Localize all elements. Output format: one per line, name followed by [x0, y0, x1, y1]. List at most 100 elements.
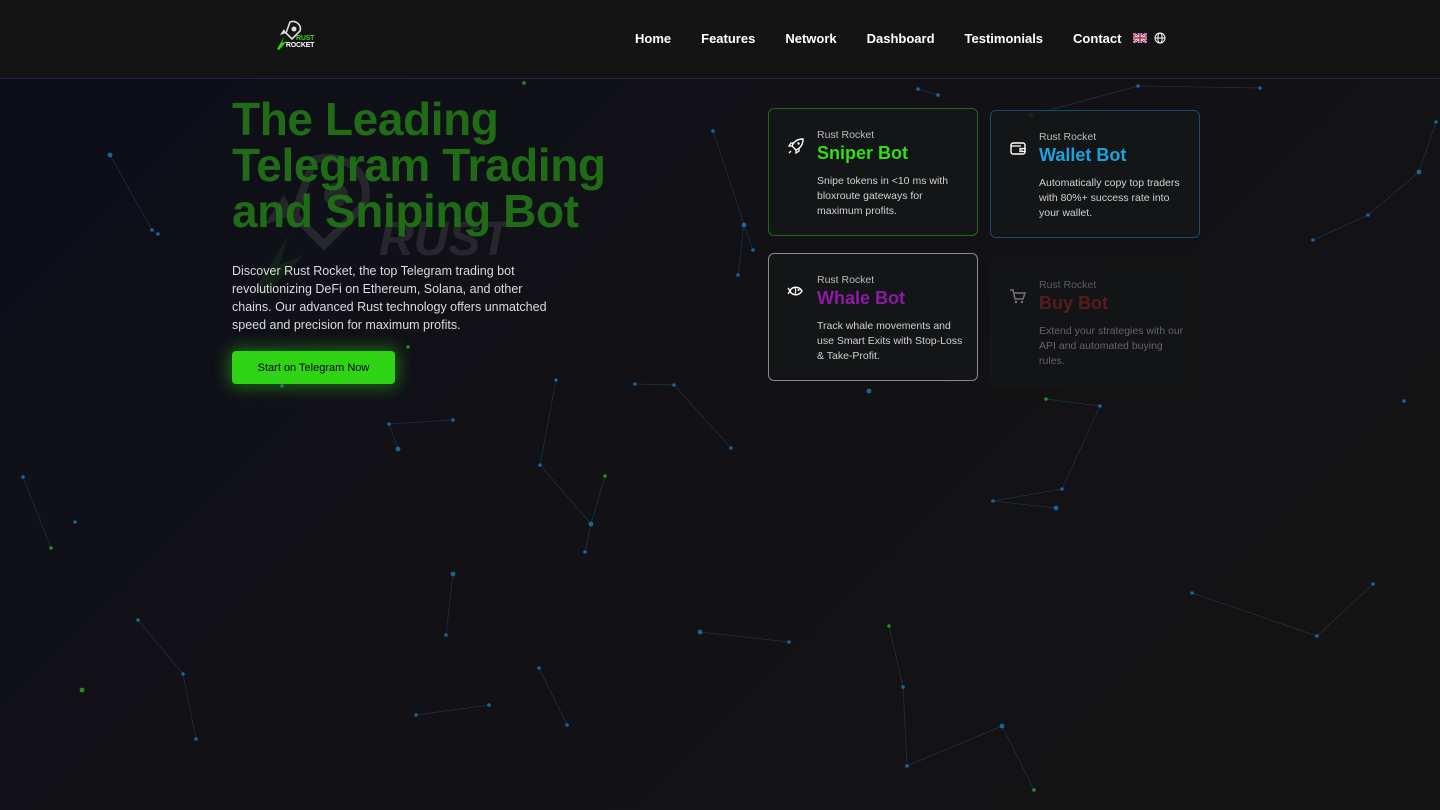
network-link [538, 667, 568, 726]
card-title: Buy Bot [1039, 293, 1108, 313]
network-link [415, 704, 490, 716]
network-link [1045, 398, 1101, 407]
nav-link-features[interactable]: Features [701, 31, 755, 46]
network-node [736, 273, 740, 277]
network-node [406, 345, 410, 349]
logo-wordmark: RUST ROCKET [281, 35, 315, 49]
nav-link-testimonials[interactable]: Testimonials [965, 31, 1044, 46]
network-link [699, 631, 790, 643]
network-node [73, 520, 77, 524]
network-node [1402, 399, 1406, 403]
network-link [712, 130, 745, 226]
network-node [1136, 84, 1140, 88]
network-link [902, 686, 908, 767]
network-link [992, 500, 1057, 509]
network-node [1032, 788, 1036, 792]
sniper-bot-card[interactable]: Rust Rocket Sniper Bot Snipe tokens in <… [768, 108, 978, 236]
nav-link-dashboard[interactable]: Dashboard [867, 31, 935, 46]
rocket-icon [787, 138, 804, 155]
network-node [999, 723, 1005, 729]
nav-link-home[interactable]: Home [635, 31, 671, 46]
network-link [590, 475, 606, 525]
network-node [450, 571, 456, 577]
language-selector[interactable] [1133, 32, 1166, 44]
network-node [603, 474, 607, 478]
logo-line-rocket: ROCKET [285, 42, 315, 49]
card-description: Extend your strategies with our API and … [1039, 325, 1184, 367]
start-telegram-button[interactable]: Start on Telegram Now [232, 351, 395, 384]
wallet-icon [1010, 142, 1026, 155]
card-brand: Rust Rocket [1039, 279, 1097, 291]
network-node [1258, 86, 1262, 90]
network-link [1418, 121, 1437, 173]
network-node [79, 687, 85, 693]
network-node [444, 633, 448, 637]
logo-line-rust: RUST [296, 35, 315, 42]
network-node [1315, 634, 1319, 638]
network-node [554, 378, 558, 382]
network-node [901, 685, 905, 689]
network-node [1366, 213, 1370, 217]
network-node [387, 422, 391, 426]
network-node [741, 222, 747, 228]
network-link [1316, 583, 1374, 637]
network-link [737, 224, 745, 276]
network-node [905, 764, 909, 768]
hero-description: Discover Rust Rocket, the top Telegram t… [232, 264, 547, 332]
buy-bot-card[interactable]: Rust Rocket Buy Bot Extend your strategi… [990, 258, 1200, 386]
network-node [1053, 505, 1059, 511]
network-link [1191, 592, 1318, 637]
network-node [522, 81, 526, 85]
hero-title: The Leading Telegram Trading and Sniping… [232, 93, 606, 237]
network-node [1098, 404, 1102, 408]
network-node [729, 446, 733, 450]
network-link [1367, 171, 1420, 216]
network-node [1434, 120, 1438, 124]
whale-bot-card[interactable]: Rust Rocket Whale Bot Track whale moveme… [768, 253, 978, 381]
nav-link-network[interactable]: Network [785, 31, 836, 46]
card-title: Wallet Bot [1039, 145, 1127, 165]
network-node [1371, 582, 1375, 586]
network-link [22, 476, 52, 549]
network-node [487, 703, 491, 707]
network-node [1060, 487, 1064, 491]
network-node [936, 93, 940, 97]
card-description: Snipe tokens in <10 ms with bloxroute ga… [817, 175, 949, 217]
network-link [1312, 214, 1369, 241]
network-node [751, 248, 755, 252]
card-title: Sniper Bot [817, 143, 909, 163]
network-link [137, 619, 184, 675]
network-node [1311, 238, 1315, 242]
network-node [194, 737, 198, 741]
network-node [21, 475, 25, 479]
network-node [1044, 397, 1048, 401]
network-link [992, 488, 1063, 502]
uk-flag-icon [1133, 33, 1147, 43]
network-node [1416, 169, 1422, 175]
network-node [697, 629, 703, 635]
network-link [109, 154, 153, 231]
network-link [1001, 725, 1035, 791]
nav-link-contact[interactable]: Contact [1073, 31, 1121, 46]
network-link [539, 464, 592, 525]
network-link [917, 88, 939, 96]
network-link [388, 419, 454, 425]
network-node [280, 384, 284, 388]
network-node [633, 382, 637, 386]
network-link [182, 673, 197, 740]
wallet-bot-card[interactable]: Rust Rocket Wallet Bot Automatically cop… [990, 110, 1200, 238]
network-node [150, 228, 154, 232]
network-node [991, 499, 995, 503]
network-node [583, 550, 587, 554]
network-node [107, 152, 113, 158]
network-node [395, 446, 401, 452]
network-node [787, 640, 791, 644]
network-node [156, 232, 160, 236]
network-node [588, 521, 594, 527]
card-brand: Rust Rocket [817, 129, 875, 141]
network-node [538, 463, 542, 467]
cart-icon [1010, 289, 1026, 304]
network-link [539, 379, 557, 466]
top-navigation: RUST ROCKET Home Features Network Dashbo… [0, 0, 1440, 79]
network-node [866, 388, 872, 394]
